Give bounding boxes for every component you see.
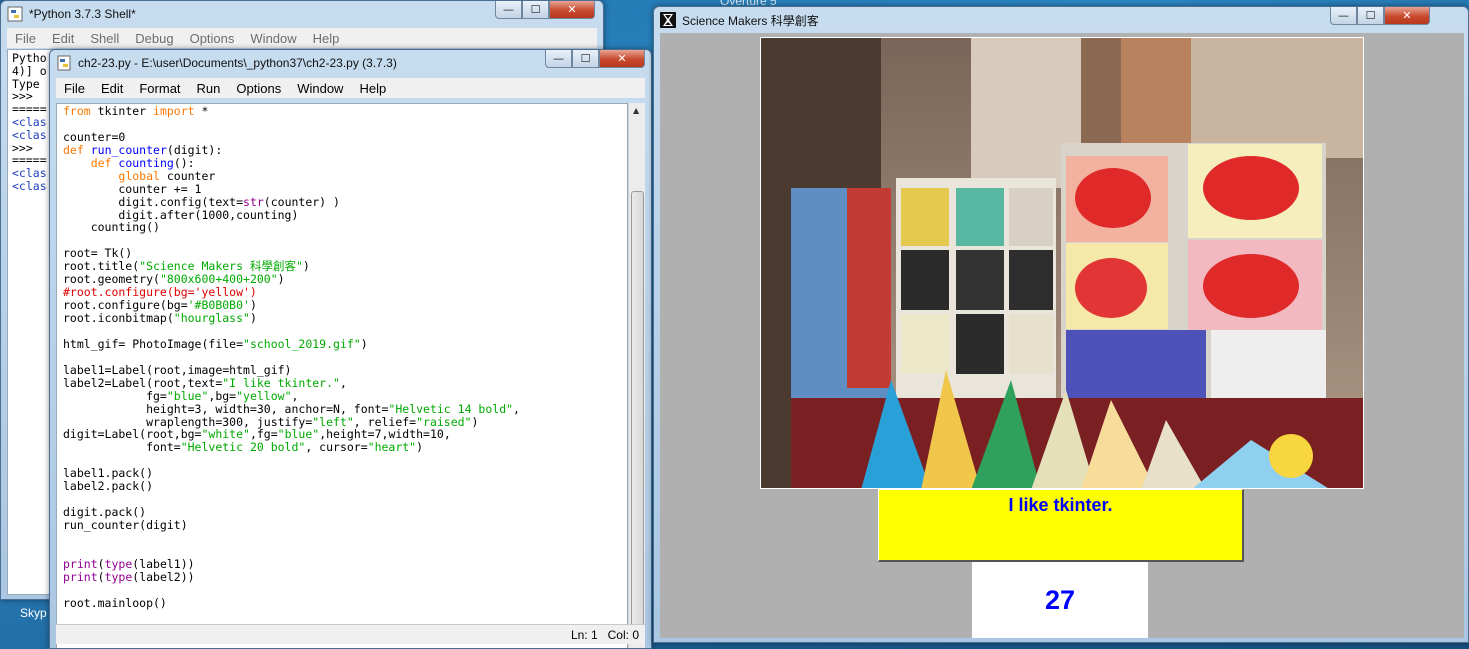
hourglass-icon [660,12,676,28]
minimize-button[interactable]: — [1330,7,1357,25]
menu-file[interactable]: File [7,31,44,46]
code-line: html_gif= PhotoImage(file="school_2019.g… [63,336,368,351]
code-editor[interactable]: from tkinter import * counter=0 def run_co… [56,103,628,648]
code-line: label2.pack() [63,479,154,494]
menu-debug[interactable]: Debug [127,31,181,46]
tk-title: Science Makers 科學創客 [682,13,819,28]
maximize-button[interactable]: ☐ [522,1,549,19]
code-line: root.iconbitmap("hourglass") [63,311,257,325]
exhibit-photo-image [761,38,1363,488]
menu-run[interactable]: Run [189,81,229,96]
menu-window[interactable]: Window [289,81,351,96]
maximize-button[interactable]: ☐ [572,50,599,68]
label2-text-label: I like tkinter. [878,489,1244,562]
scrollbar-thumb[interactable] [631,191,644,643]
code-line: counting() [63,220,160,235]
tk-client-area: I like tkinter. 27 [660,33,1464,638]
menu-help[interactable]: Help [305,31,348,46]
code-line: print(type(label2)) [63,569,195,584]
editor-window[interactable]: ch2-23.py - E:\user\Documents\_python37\… [49,49,652,649]
editor-menubar: File Edit Format Run Options Window Help [56,78,645,98]
code-line: run_counter(digit) [63,518,188,532]
menu-help[interactable]: Help [351,81,394,96]
code-line: font="Helvetic 20 bold", cursor="heart") [63,440,424,455]
menu-shell[interactable]: Shell [82,31,127,46]
close-button[interactable]: ✕ [599,50,645,68]
minimize-button[interactable]: — [545,50,572,68]
shell-menubar: File Edit Shell Debug Options Window Hel… [7,28,597,48]
close-button[interactable]: ✕ [549,1,595,19]
menu-window[interactable]: Window [242,31,304,46]
close-button[interactable]: ✕ [1384,7,1430,25]
menu-file[interactable]: File [56,81,93,96]
shell-window-controls: — ☐ ✕ [495,1,595,19]
menu-options[interactable]: Options [228,81,289,96]
code-line: from tkinter import * [63,104,209,118]
python-icon [7,6,23,22]
label1-photo [760,37,1364,489]
editor-window-controls: — ☐ ✕ [545,50,645,68]
menu-edit[interactable]: Edit [93,81,131,96]
vertical-scrollbar[interactable]: ▲ ▼ [628,103,645,648]
maximize-button[interactable]: ☐ [1357,7,1384,25]
editor-statusbar: Ln: 1 Col: 0 [56,624,645,644]
scroll-up-icon[interactable]: ▲ [633,106,639,115]
desktop-skype-label[interactable]: Skyp [20,606,47,620]
code-line: root.mainloop() [63,595,167,610]
minimize-button[interactable]: — [495,1,522,19]
digit-counter-label: 27 [972,562,1148,638]
editor-title: ch2-23.py - E:\user\Documents\_python37\… [78,56,397,70]
menu-edit[interactable]: Edit [44,31,82,46]
python-file-icon [57,55,71,71]
menu-format[interactable]: Format [131,81,188,96]
shell-title: *Python 3.7.3 Shell* [29,7,136,21]
tk-window-controls: — ☐ ✕ [1330,7,1430,25]
tk-app-window[interactable]: Science Makers 科學創客 — ☐ ✕ I like tkinter… [653,6,1469,643]
status-line: Ln: 1 [570,627,598,642]
status-col: Col: 0 [607,627,639,642]
menu-options[interactable]: Options [182,31,243,46]
